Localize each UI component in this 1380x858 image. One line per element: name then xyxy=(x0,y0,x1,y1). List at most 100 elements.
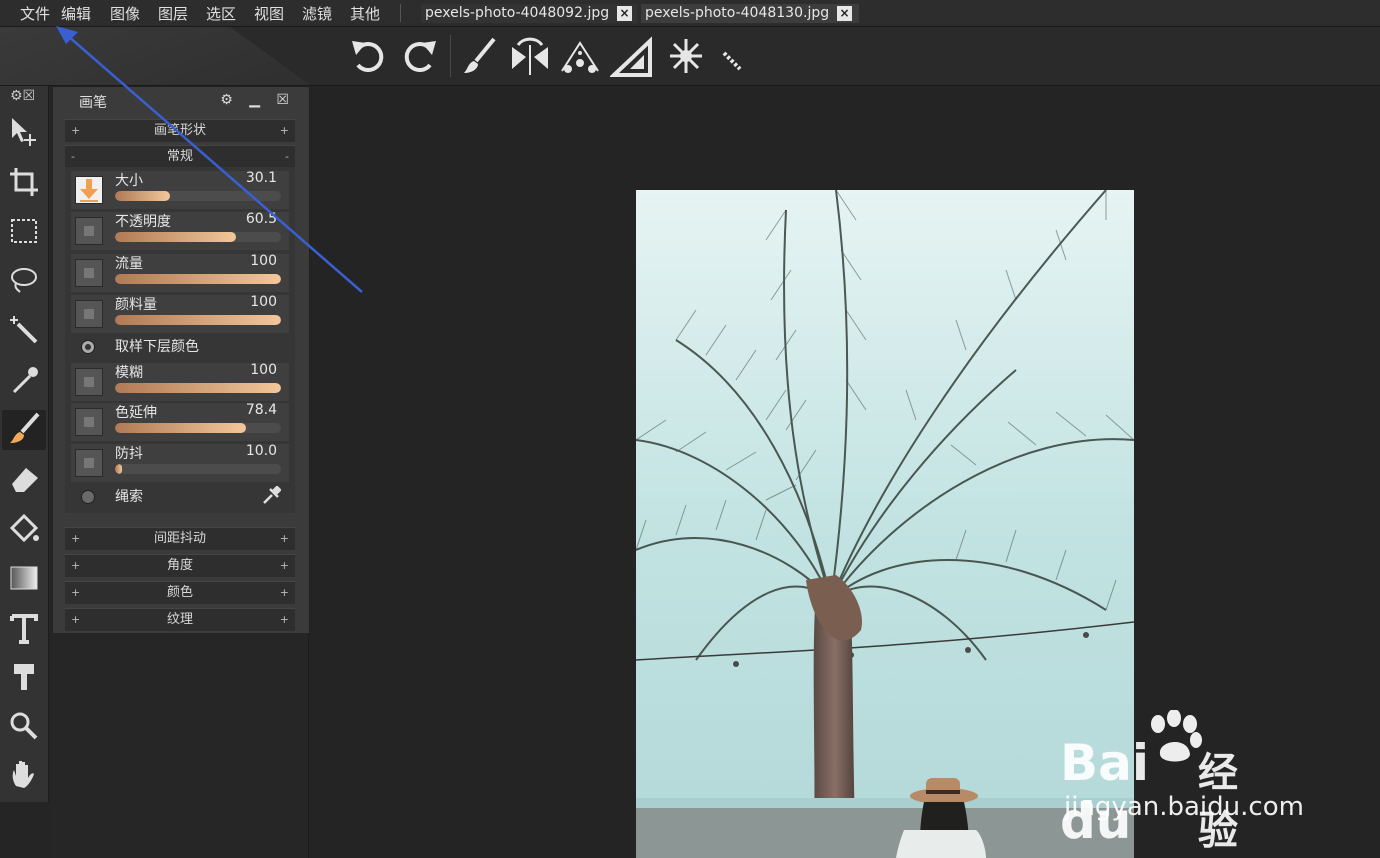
radio-button[interactable] xyxy=(81,340,95,354)
ruler-icon[interactable] xyxy=(712,33,756,79)
slider-value: 60.5 xyxy=(245,211,277,227)
radio-button[interactable] xyxy=(81,490,95,504)
ruler-triangle-icon[interactable] xyxy=(608,33,654,79)
slider-stabilizer[interactable]: 防抖 10.0 xyxy=(71,443,289,482)
close-icon[interactable]: × xyxy=(617,6,632,21)
section-general[interactable]: - 常规 - xyxy=(65,145,295,168)
lasso-icon[interactable] xyxy=(6,262,42,298)
document-tab-1[interactable]: pexels-photo-4048092.jpg × xyxy=(421,4,637,23)
clone-stamp-icon[interactable] xyxy=(6,660,42,696)
slider-size[interactable]: 大小 30.1 xyxy=(71,170,289,209)
crop-icon[interactable] xyxy=(6,164,42,200)
document-tab-2[interactable]: pexels-photo-4048130.jpg × xyxy=(641,4,859,23)
slider-value: 78.4 xyxy=(245,402,277,418)
menu-bar: 文件 编辑 图像 图层 选区 视图 滤镜 其他 pexels-photo-404… xyxy=(0,0,1380,27)
panel-empty-area xyxy=(52,633,309,858)
slider-label: 流量 xyxy=(115,256,143,272)
section-label: 颜色 xyxy=(166,585,193,600)
paint-bucket-icon[interactable] xyxy=(6,510,42,546)
expand-icon: + xyxy=(279,559,289,572)
brush-tool-icon[interactable] xyxy=(2,410,46,450)
slider-track[interactable] xyxy=(115,191,281,201)
brush-icon[interactable] xyxy=(458,33,502,79)
panel-window-controls[interactable]: ⚙ ▁ ☒ xyxy=(220,92,295,108)
section-angle[interactable]: + 角度 + xyxy=(65,554,295,577)
tools-panel: ⚙☒ xyxy=(0,86,49,802)
pressure-toggle[interactable] xyxy=(75,449,103,477)
slider-fill xyxy=(115,383,281,393)
section-label: 画笔形状 xyxy=(153,123,206,138)
menu-select[interactable]: 选区 xyxy=(206,3,236,24)
pressure-toggle[interactable] xyxy=(75,259,103,287)
section-brush-shape[interactable]: + 画笔形状 + xyxy=(65,119,295,142)
slider-value: 100 xyxy=(250,294,277,310)
zoom-icon[interactable] xyxy=(6,708,42,744)
gradient-icon[interactable] xyxy=(6,560,42,596)
expand-icon: + xyxy=(71,586,81,599)
pressure-toggle[interactable] xyxy=(75,408,103,436)
magic-wand-icon[interactable] xyxy=(6,312,42,348)
slider-track[interactable] xyxy=(115,315,281,325)
menu-file[interactable]: 文件 xyxy=(20,3,50,24)
menu-view[interactable]: 视图 xyxy=(254,3,284,24)
menu-image[interactable]: 图像 xyxy=(110,3,140,24)
pressure-toggle[interactable] xyxy=(75,368,103,396)
section-color[interactable]: + 颜色 + xyxy=(65,581,295,604)
slider-label: 不透明度 xyxy=(115,214,171,230)
radio-label: 绳索 xyxy=(115,489,143,505)
marquee-icon[interactable] xyxy=(6,214,42,250)
tools-panel-controls[interactable]: ⚙☒ xyxy=(10,88,35,104)
sample-lower-layer-option[interactable]: 取样下层颜色 xyxy=(71,334,289,360)
slider-flow[interactable]: 流量 100 xyxy=(71,253,289,292)
slider-value: 100 xyxy=(250,362,277,378)
slider-blur[interactable]: 模糊 100 xyxy=(71,362,289,401)
paw-logo-icon xyxy=(1151,710,1202,762)
menu-filter[interactable]: 滤镜 xyxy=(302,3,332,24)
menu-layer[interactable]: 图层 xyxy=(158,3,188,24)
lasso-option[interactable]: 绳索 xyxy=(71,484,289,510)
expand-icon: + xyxy=(71,559,81,572)
section-texture[interactable]: + 纹理 + xyxy=(65,608,295,631)
section-spacing-jitter[interactable]: + 间距抖动 + xyxy=(65,527,295,550)
pressure-toggle[interactable] xyxy=(75,300,103,328)
slider-paint-amount[interactable]: 颜料量 100 xyxy=(71,294,289,333)
eraser-icon[interactable] xyxy=(6,460,42,496)
menu-other[interactable]: 其他 xyxy=(350,3,380,24)
slider-value: 10.0 xyxy=(245,443,277,459)
slider-track[interactable] xyxy=(115,232,281,242)
eyedropper-icon[interactable] xyxy=(6,362,42,398)
move-icon[interactable] xyxy=(6,114,42,150)
close-icon[interactable]: × xyxy=(837,6,852,21)
menu-divider xyxy=(400,4,401,22)
expand-icon: + xyxy=(71,532,81,545)
section-label: 常规 xyxy=(166,149,193,164)
slider-opacity[interactable]: 不透明度 60.5 xyxy=(71,211,289,250)
slider-color-extend[interactable]: 色延伸 78.4 xyxy=(71,402,289,441)
slider-label: 大小 xyxy=(115,173,143,189)
slider-fill xyxy=(115,464,122,474)
hand-icon[interactable] xyxy=(6,756,42,792)
slider-value: 100 xyxy=(250,253,277,269)
undo-icon[interactable] xyxy=(346,33,390,79)
collapse-icon: - xyxy=(285,150,289,163)
symmetry-icon[interactable] xyxy=(508,33,552,79)
slider-track[interactable] xyxy=(115,423,281,433)
document-tab-label: pexels-photo-4048092.jpg xyxy=(425,5,610,21)
pressure-toggle[interactable] xyxy=(75,176,103,204)
text-icon[interactable] xyxy=(6,610,42,646)
slider-track[interactable] xyxy=(115,383,281,393)
slider-fill xyxy=(115,274,281,284)
redo-icon[interactable] xyxy=(398,33,442,79)
slider-fill xyxy=(115,232,237,242)
watermark-url: jingyan.baidu.com xyxy=(1064,792,1304,822)
slider-track[interactable] xyxy=(115,464,281,474)
slider-track[interactable] xyxy=(115,274,281,284)
collapse-icon: - xyxy=(71,150,75,163)
spray-icon[interactable] xyxy=(558,33,602,79)
panel-title: 画笔 xyxy=(79,95,107,111)
menu-edit[interactable]: 编辑 xyxy=(61,3,91,24)
pressure-toggle[interactable] xyxy=(75,217,103,245)
wrench-icon[interactable] xyxy=(261,486,281,506)
slider-label: 色延伸 xyxy=(115,405,157,421)
snowflake-icon[interactable] xyxy=(664,33,708,79)
